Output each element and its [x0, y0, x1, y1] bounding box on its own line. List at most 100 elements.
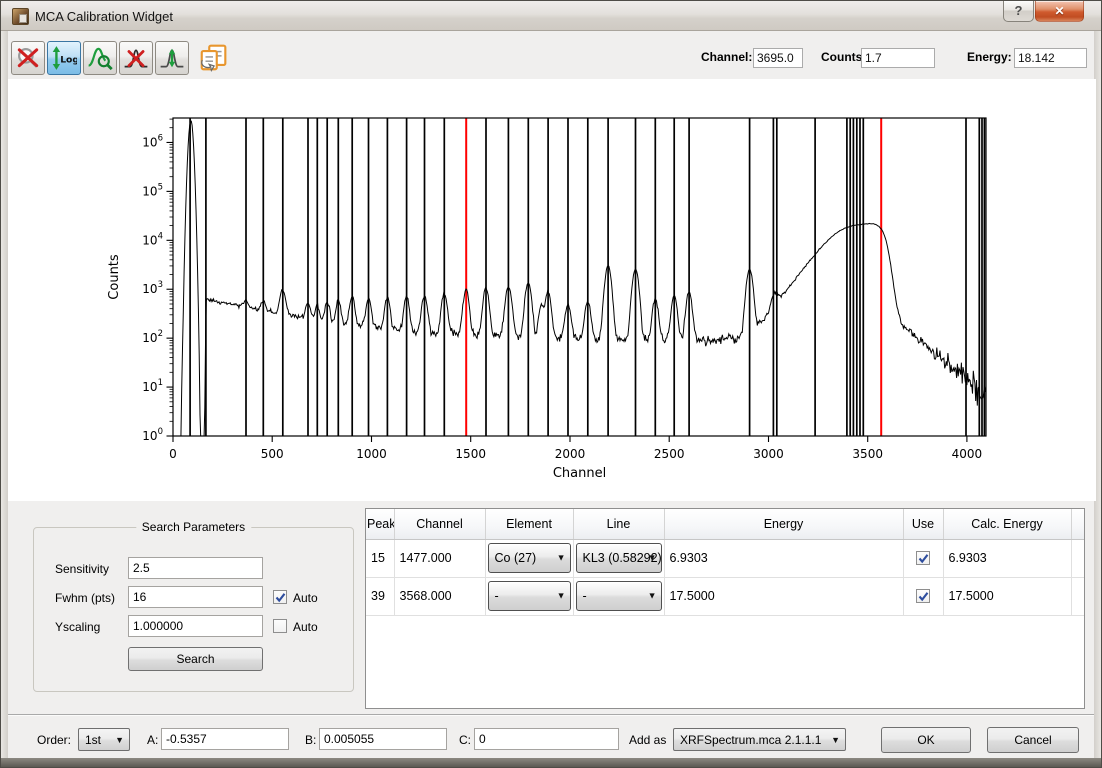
add-as-value: XRFSpectrum.mca 2.1.1.1 [680, 733, 821, 747]
svg-text:Log: Log [60, 54, 77, 65]
yscaling-auto-label: Auto [293, 620, 318, 634]
svg-text:2500: 2500 [654, 447, 685, 461]
magnifier-x-icon [15, 58, 41, 75]
chevron-down-icon: ▼ [557, 591, 566, 601]
peak-cell[interactable]: 15 [366, 539, 394, 577]
svg-text:101: 101 [142, 378, 163, 394]
calc-energy-cell: 6.9303 [943, 539, 1071, 577]
chevron-down-icon: ▼ [831, 734, 840, 744]
element-select[interactable]: -▼ [488, 581, 571, 611]
table-header-row: Peak Channel Element Line Energy Use Cal… [366, 509, 1084, 539]
table-row: 393568.000-▼-▼17.500017.5000 [366, 577, 1084, 615]
col-element[interactable]: Element [485, 509, 573, 539]
a-label: A: [147, 733, 158, 747]
energy-cell[interactable]: 6.9303 [664, 539, 903, 577]
fwhm-auto-checkbox[interactable] [273, 590, 287, 604]
peak-cell[interactable]: 39 [366, 577, 394, 615]
chevron-down-icon: ▼ [557, 553, 566, 563]
spectrum-plot[interactable]: 1001011021031041051060500100015002000250… [8, 79, 1096, 501]
line-select[interactable]: KL3 (0.58292)▼ [576, 543, 662, 573]
energy-cell[interactable]: 17.5000 [664, 577, 903, 615]
peak-arrow-icon [159, 58, 185, 75]
window-border-bottom[interactable] [1, 758, 1101, 767]
counts-label: Counts: [821, 50, 866, 64]
energy-value: 18.142 [1014, 48, 1087, 68]
use-checkbox[interactable] [916, 589, 930, 603]
c-label: C: [459, 733, 471, 747]
col-calc-energy[interactable]: Calc. Energy [943, 509, 1071, 539]
plot-widget: 1001011021031041051060500100015002000250… [8, 79, 1096, 501]
svg-text:3000: 3000 [753, 447, 784, 461]
line-select[interactable]: -▼ [576, 581, 662, 611]
svg-text:104: 104 [142, 231, 163, 247]
fwhm-label: Fwhm (pts) [55, 591, 115, 605]
calc-energy-cell: 17.5000 [943, 577, 1071, 615]
order-value: 1st [85, 733, 101, 747]
search-button[interactable]: Search [128, 647, 263, 671]
b-input[interactable] [319, 728, 447, 750]
channel-cell[interactable]: 1477.000 [394, 539, 485, 577]
table-row: 151477.000Co (27)▼KL3 (0.58292)▼6.93036.… [366, 539, 1084, 577]
use-checkbox[interactable] [916, 551, 930, 565]
element-select[interactable]: Co (27)▼ [488, 543, 571, 573]
cancel-button[interactable]: Cancel [987, 727, 1079, 753]
line-value: - [583, 589, 587, 603]
channel-value: 3695.0 [753, 48, 803, 68]
svg-text:103: 103 [142, 280, 163, 296]
sensitivity-input[interactable] [128, 557, 263, 579]
sensitivity-label: Sensitivity [55, 562, 109, 576]
svg-text:3500: 3500 [852, 447, 883, 461]
footer-separator-highlight [8, 715, 1094, 716]
channel-cell[interactable]: 3568.000 [394, 577, 485, 615]
svg-text:1500: 1500 [455, 447, 486, 461]
fwhm-auto-label: Auto [293, 591, 318, 605]
yscaling-input[interactable] [128, 615, 263, 637]
counts-readout: Counts: 1.7 [821, 48, 941, 68]
ok-button[interactable]: OK [881, 727, 971, 753]
check-icon [917, 552, 930, 565]
order-label: Order: [37, 733, 71, 747]
svg-text:0: 0 [169, 447, 177, 461]
fwhm-input[interactable] [128, 586, 263, 608]
col-peak[interactable]: Peak [366, 509, 394, 539]
check-icon [274, 591, 287, 604]
clear-peaks-button[interactable] [119, 41, 153, 75]
peak-table-body: 151477.000Co (27)▼KL3 (0.58292)▼6.93036.… [366, 539, 1084, 615]
c-input[interactable] [474, 728, 619, 750]
svg-text:500: 500 [261, 447, 284, 461]
col-use[interactable]: Use [903, 509, 943, 539]
svg-text:100: 100 [142, 427, 163, 443]
yscaling-auto-checkbox[interactable] [273, 619, 287, 633]
col-channel[interactable]: Channel [394, 509, 485, 539]
yscaling-label: Yscaling [55, 620, 100, 634]
svg-text:2000: 2000 [555, 447, 586, 461]
energy-readout: Energy: 18.142 [967, 48, 1089, 68]
check-icon [917, 590, 930, 603]
app-icon [12, 8, 29, 25]
a-input[interactable] [161, 728, 289, 750]
col-stub [1071, 509, 1084, 539]
log-toggle-button[interactable]: Log [47, 41, 81, 75]
add-as-label: Add as [629, 733, 666, 747]
chevron-down-icon: ▼ [648, 591, 657, 601]
group-title: Search Parameters [136, 520, 251, 534]
order-select[interactable]: 1st ▼ [78, 728, 130, 751]
element-value: - [495, 589, 499, 603]
help-button[interactable]: ? [1003, 1, 1034, 22]
peak-search-zoom-button[interactable] [83, 41, 117, 75]
window-border-left[interactable] [1, 31, 8, 767]
col-line[interactable]: Line [573, 509, 664, 539]
col-energy[interactable]: Energy [664, 509, 903, 539]
peak-marker-button[interactable] [155, 41, 189, 75]
close-button[interactable]: ✕ [1035, 1, 1084, 22]
replace-document-button[interactable] [198, 43, 228, 73]
peak-table: Peak Channel Element Line Energy Use Cal… [365, 508, 1085, 709]
log-axis-icon: Log [51, 58, 77, 75]
svg-text:102: 102 [142, 329, 163, 345]
counts-value: 1.7 [861, 48, 935, 68]
add-as-select[interactable]: XRFSpectrum.mca 2.1.1.1 ▼ [673, 728, 846, 751]
channel-readout: Channel: 3695.0 [701, 48, 811, 68]
x-axis-label: Channel [553, 466, 606, 481]
zoom-reset-button[interactable] [11, 41, 45, 75]
y-axis-label: Counts [107, 254, 122, 300]
